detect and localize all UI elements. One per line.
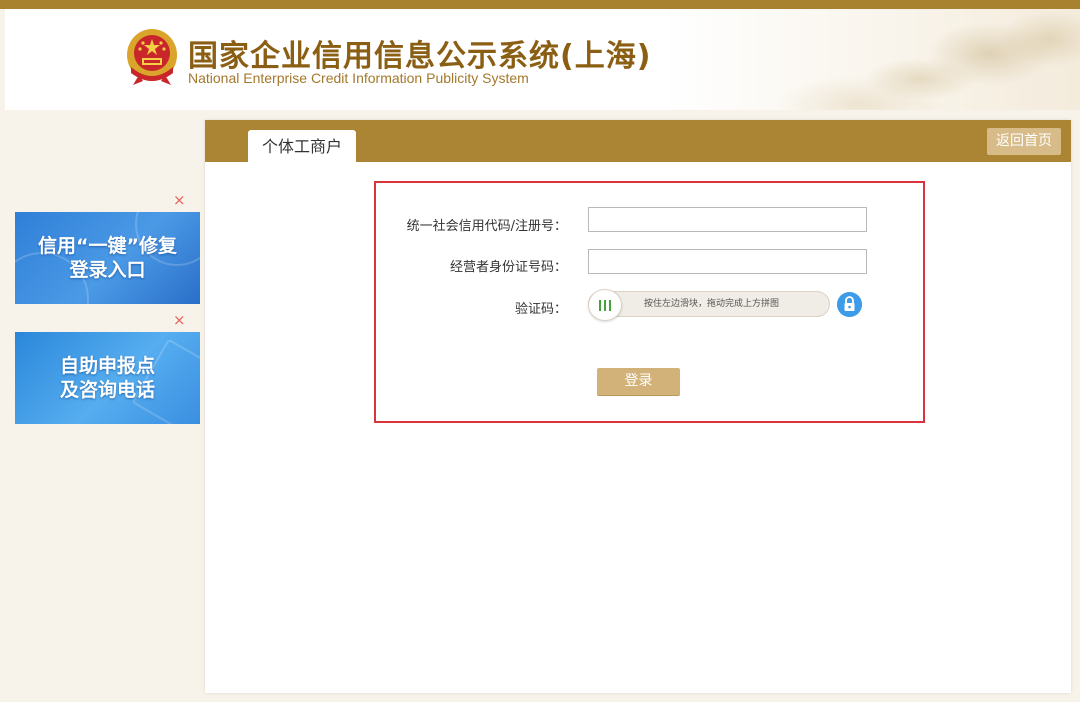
login-panel: 个体工商户 返回首页 统一社会信用代码/注册号： 经营者身份证号码： 验证码： … xyxy=(205,120,1071,693)
grip-bar xyxy=(604,299,606,311)
slider-handle[interactable] xyxy=(588,289,622,321)
login-form: 统一社会信用代码/注册号： 经营者身份证号码： 验证码： 按住左边滑块，拖动完成… xyxy=(374,181,925,423)
ad-close-icon[interactable]: × xyxy=(173,313,186,328)
ad-line: 信用“一键”修复 xyxy=(38,235,177,257)
credit-code-label: 统一社会信用代码/注册号： xyxy=(406,219,567,234)
ad-line: 自助申报点 xyxy=(59,355,155,377)
ad-text: 自助申报点 及咨询电话 xyxy=(15,354,200,402)
ad-text: 信用“一键”修复 登录入口 xyxy=(15,234,200,282)
id-number-input[interactable] xyxy=(588,249,867,274)
id-number-label: 经营者身份证号码： xyxy=(449,260,567,275)
credit-repair-ad-banner[interactable]: 信用“一键”修复 登录入口 xyxy=(15,212,200,304)
back-home-button[interactable]: 返回首页 xyxy=(987,128,1061,155)
top-accent-bar xyxy=(0,0,1080,9)
site-subtitle: National Enterprise Credit Information P… xyxy=(188,70,529,86)
slider-hint: 按住左边滑块，拖动完成上方拼图 xyxy=(644,299,780,309)
credit-code-input[interactable] xyxy=(588,207,867,232)
header-mountain-illustration xyxy=(660,9,1080,110)
ad-line: 登录入口 xyxy=(69,259,146,281)
ad-close-icon[interactable]: × xyxy=(173,193,186,208)
national-emblem-icon xyxy=(127,29,177,85)
grip-bar xyxy=(609,299,611,311)
lock-icon[interactable] xyxy=(837,292,862,317)
site-title: 国家企业信用信息公示系统(上海) xyxy=(188,39,652,74)
site-header: 国家企业信用信息公示系统(上海) National Enterprise Cre… xyxy=(5,9,1080,110)
panel-header: 个体工商户 返回首页 xyxy=(205,120,1071,162)
ad-line: 及咨询电话 xyxy=(59,379,155,401)
tab-individual-business[interactable]: 个体工商户 xyxy=(248,130,356,162)
grip-bar xyxy=(599,299,601,311)
login-button[interactable]: 登录 xyxy=(597,368,680,396)
captcha-label: 验证码： xyxy=(514,302,567,317)
captcha-slider[interactable]: 按住左边滑块，拖动完成上方拼图 xyxy=(588,289,830,321)
self-service-ad-banner[interactable]: 自助申报点 及咨询电话 xyxy=(15,332,200,424)
